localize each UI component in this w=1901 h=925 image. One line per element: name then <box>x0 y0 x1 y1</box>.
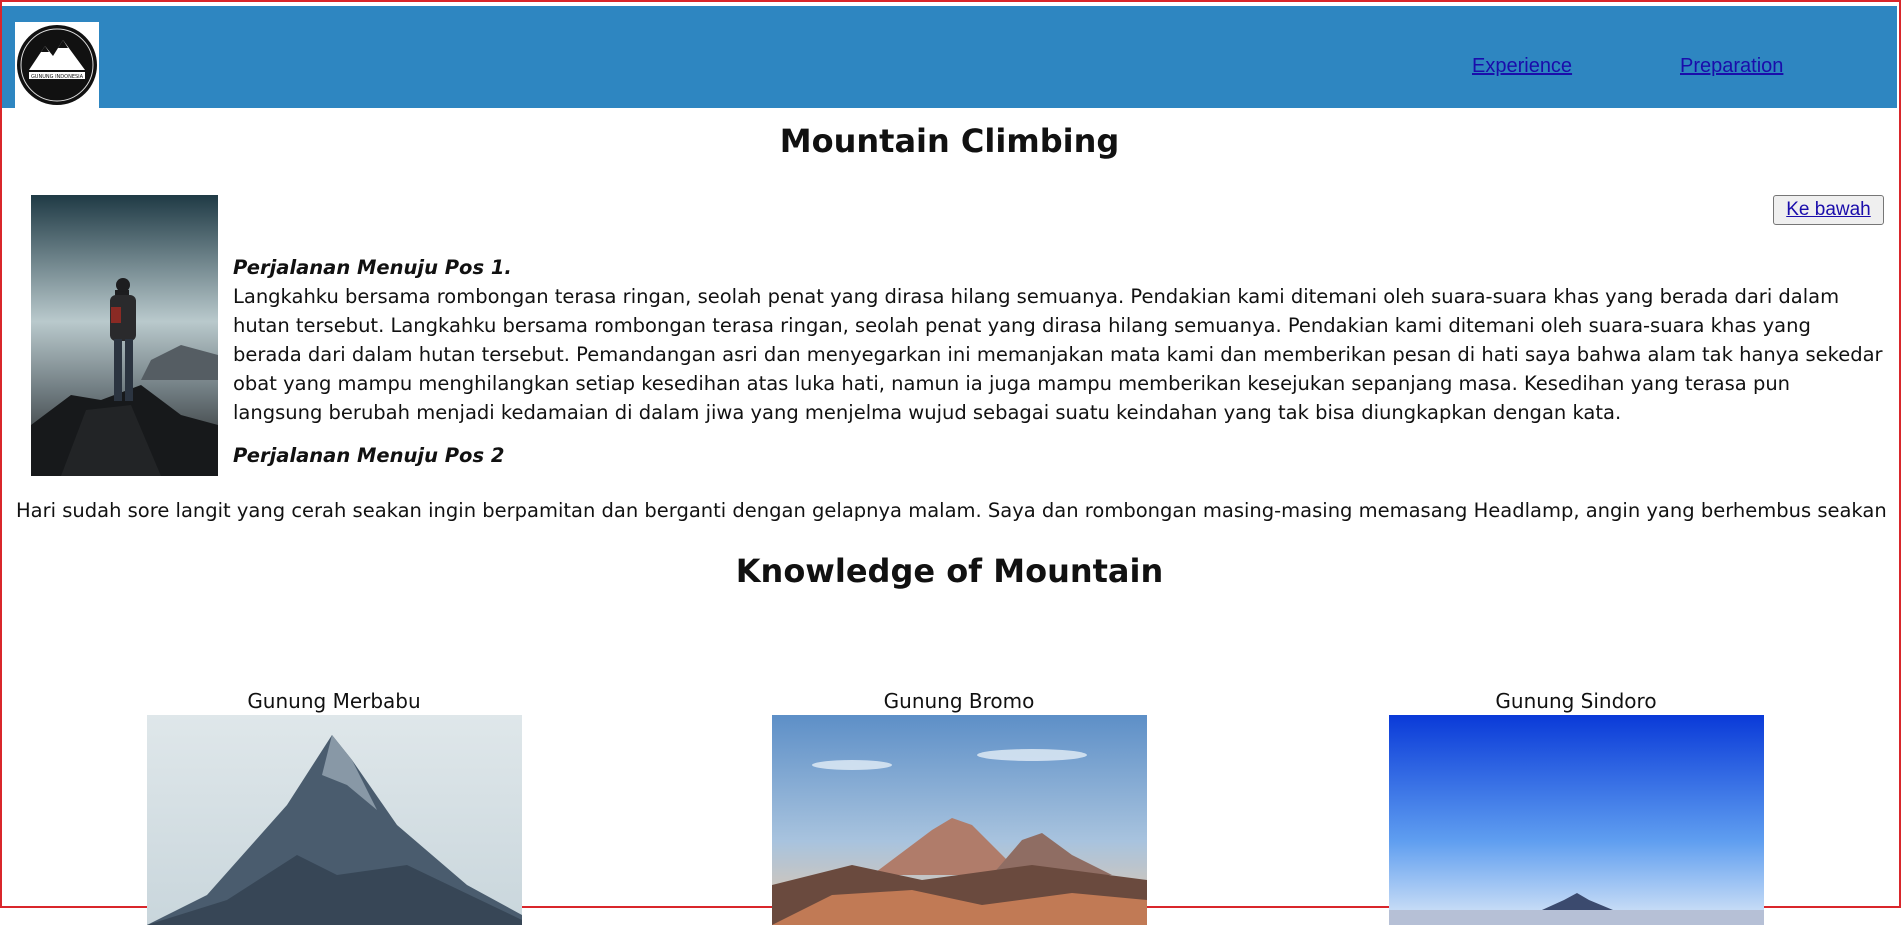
top-navigation-bar: GUNUNG INDONESIA Experience Preparation <box>2 6 1897 108</box>
mountain-caption: Gunung Bromo <box>883 689 1035 713</box>
knowledge-title: Knowledge of Mountain <box>735 552 1164 590</box>
logo-text: GUNUNG INDONESIA <box>31 74 84 80</box>
scroll-down-button[interactable]: Ke bawah <box>1773 195 1884 225</box>
climber-photo <box>31 195 218 476</box>
mountain-caption: Gunung Merbabu <box>247 689 421 713</box>
bromo-photo <box>771 715 1147 925</box>
nav-link-experience[interactable]: Experience <box>1472 55 1572 78</box>
section1-text: Langkahku bersama rombongan terasa ringa… <box>233 285 1883 424</box>
mountain-caption: Gunung Sindoro <box>1495 689 1657 713</box>
nav-link-preparation[interactable]: Preparation <box>1680 55 1783 78</box>
site-logo[interactable]: GUNUNG INDONESIA <box>15 22 99 108</box>
mountain-card-merbabu[interactable]: Gunung Merbabu <box>144 687 524 925</box>
section2-text: Hari sudah sore langit yang cerah seakan… <box>16 498 1887 522</box>
sindoro-photo <box>1388 715 1764 925</box>
mountain-card-sindoro[interactable]: Gunung Sindoro <box>1386 687 1766 925</box>
merbabu-photo <box>146 715 522 925</box>
section2-heading: Perjalanan Menuju Pos 2 <box>233 444 505 467</box>
section1-heading: Perjalanan Menuju Pos 1. <box>233 256 512 279</box>
mountain-card-bromo[interactable]: Gunung Bromo <box>769 687 1149 925</box>
page-title: Mountain Climbing <box>779 122 1120 160</box>
climbing-article: Perjalanan Menuju Pos 1. Langkahku bersa… <box>233 253 1883 470</box>
